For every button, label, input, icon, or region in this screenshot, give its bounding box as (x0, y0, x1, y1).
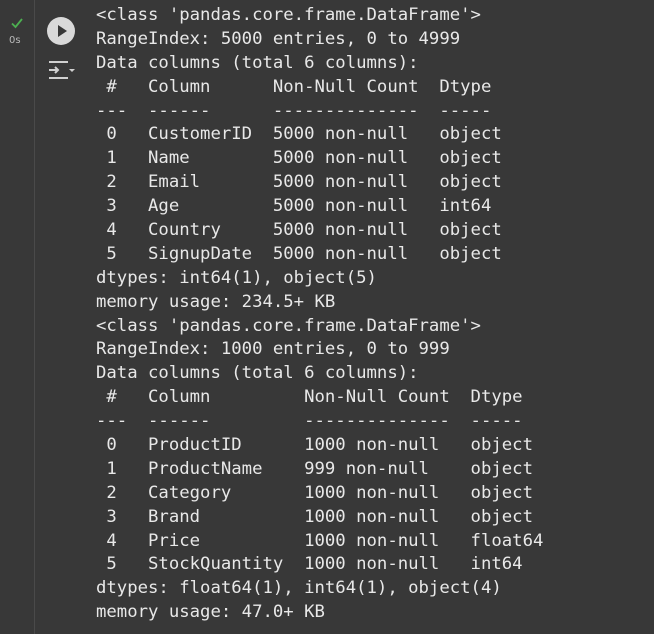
cell-gutter: 0s (0, 0, 34, 634)
cell-output-area: <class 'pandas.core.frame.DataFrame'> Ran… (35, 0, 654, 634)
output-line: RangeIndex: 1000 entries, 0 to 999 (96, 339, 450, 360)
notebook-cell: 0s <class 'pandas.core.frame.DataFrame'>… (0, 0, 654, 634)
output-line: 0 ProductID 1000 non-null object (96, 435, 544, 456)
output-line: dtypes: float64(1), int64(1), object(4) (96, 578, 502, 599)
output-line: <class 'pandas.core.frame.DataFrame'> (96, 5, 481, 25)
execution-time: 0s (9, 35, 21, 46)
output-line: # Column Non-Null Count Dtype (96, 387, 544, 408)
check-icon (11, 18, 23, 29)
output-line: 5 StockQuantity 1000 non-null int64 (96, 554, 544, 575)
play-icon (58, 25, 67, 37)
output-text: <class 'pandas.core.frame.DataFrame'> Ran… (96, 4, 543, 625)
output-line: 1 ProductName 999 non-null object (96, 458, 544, 479)
output-line: 5 SignupDate 5000 non-null object (96, 243, 502, 264)
output-line: 2 Email 5000 non-null object (96, 172, 502, 193)
output-toggle-icon[interactable] (46, 58, 78, 82)
output-line: 3 Brand 1000 non-null object (96, 506, 544, 527)
output-line: --- ------ -------------- ----- (96, 100, 502, 121)
output-line: RangeIndex: 5000 entries, 0 to 4999 (96, 28, 461, 49)
output-line: 0 CustomerID 5000 non-null object (96, 124, 502, 145)
output-line: dtypes: int64(1), object(5) (96, 267, 377, 288)
output-line: <class 'pandas.core.frame.DataFrame'> (96, 315, 481, 336)
output-line: # Column Non-Null Count Dtype (96, 76, 502, 97)
output-line: memory usage: 234.5+ KB (96, 291, 336, 312)
output-line: Data columns (total 6 columns): (96, 363, 419, 384)
output-line: Data columns (total 6 columns): (96, 52, 419, 73)
output-line: memory usage: 47.0+ KB (96, 602, 325, 623)
run-cell-button[interactable] (47, 17, 75, 45)
output-line: 4 Country 5000 non-null object (96, 220, 502, 241)
output-line: 2 Category 1000 non-null object (96, 482, 544, 503)
output-line: 1 Name 5000 non-null object (96, 148, 502, 169)
output-line: --- ------ -------------- ----- (96, 411, 544, 432)
output-line: 3 Age 5000 non-null int64 (96, 196, 502, 217)
output-line: 4 Price 1000 non-null float64 (96, 530, 544, 551)
